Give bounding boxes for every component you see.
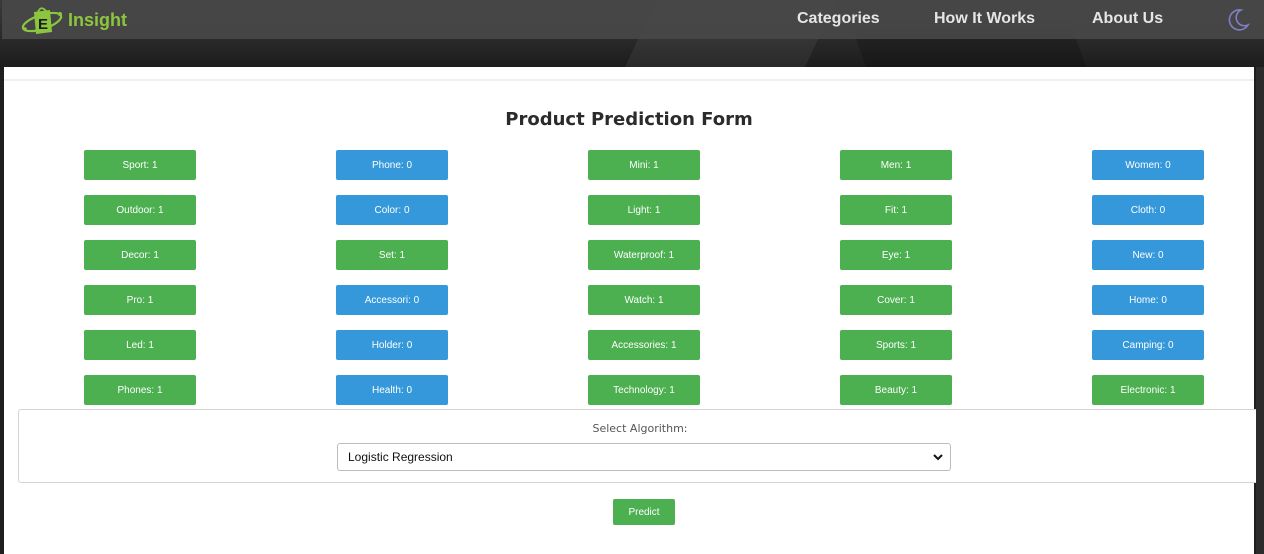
feature-button[interactable]: Technology: 1 [588,375,700,405]
feature-button[interactable]: Health: 0 [336,375,448,405]
feature-button[interactable]: Women: 0 [1092,150,1204,180]
navbar: E Insight Categories How It Works About … [2,0,1264,39]
feature-button[interactable]: Electronic: 1 [1092,375,1204,405]
algorithm-select[interactable]: Logistic Regression [337,443,951,471]
page-title: Product Prediction Form [505,109,753,130]
feature-button[interactable]: Color: 0 [336,195,448,225]
nav-about-us[interactable]: About Us [1092,10,1163,28]
feature-button[interactable]: Set: 1 [336,240,448,270]
logo-text: Insight [68,9,127,30]
nav-categories[interactable]: Categories [797,10,880,28]
moon-icon[interactable] [1224,6,1252,34]
feature-button[interactable]: Watch: 1 [588,285,700,315]
feature-button[interactable]: Camping: 0 [1092,330,1204,360]
divider [4,79,1254,81]
algorithm-panel: Select Algorithm: Logistic Regression [18,409,1260,483]
nav-how-it-works[interactable]: How It Works [934,10,1035,28]
feature-button[interactable]: Sports: 1 [840,330,952,360]
feature-button[interactable]: Men: 1 [840,150,952,180]
chevron-down-icon [932,451,944,463]
feature-button[interactable]: Sport: 1 [84,150,196,180]
feature-button[interactable]: Cloth: 0 [1092,195,1204,225]
feature-button[interactable]: New: 0 [1092,240,1204,270]
feature-button[interactable]: Outdoor: 1 [84,195,196,225]
feature-button[interactable]: Decor: 1 [84,240,196,270]
algorithm-selected-value: Logistic Regression [348,450,453,464]
page-edge [1256,67,1264,554]
feature-button[interactable]: Phones: 1 [84,375,196,405]
feature-button[interactable]: Light: 1 [588,195,700,225]
shopping-bag-icon: E [20,3,66,37]
feature-button[interactable]: Eye: 1 [840,240,952,270]
feature-button[interactable]: Phone: 0 [336,150,448,180]
feature-button[interactable]: Home: 0 [1092,285,1204,315]
predict-button[interactable]: Predict [613,499,675,525]
feature-button[interactable]: Fit: 1 [840,195,952,225]
feature-button[interactable]: Accessori: 0 [336,285,448,315]
feature-button[interactable]: Led: 1 [84,330,196,360]
logo-letter: E [38,16,48,33]
feature-button[interactable]: Mini: 1 [588,150,700,180]
feature-button[interactable]: Holder: 0 [336,330,448,360]
feature-button[interactable]: Accessories: 1 [588,330,700,360]
feature-button[interactable]: Pro: 1 [84,285,196,315]
feature-button[interactable]: Beauty: 1 [840,375,952,405]
logo[interactable]: E Insight [20,3,127,37]
algorithm-label: Select Algorithm: [592,422,688,435]
feature-button[interactable]: Waterproof: 1 [588,240,700,270]
feature-button[interactable]: Cover: 1 [840,285,952,315]
